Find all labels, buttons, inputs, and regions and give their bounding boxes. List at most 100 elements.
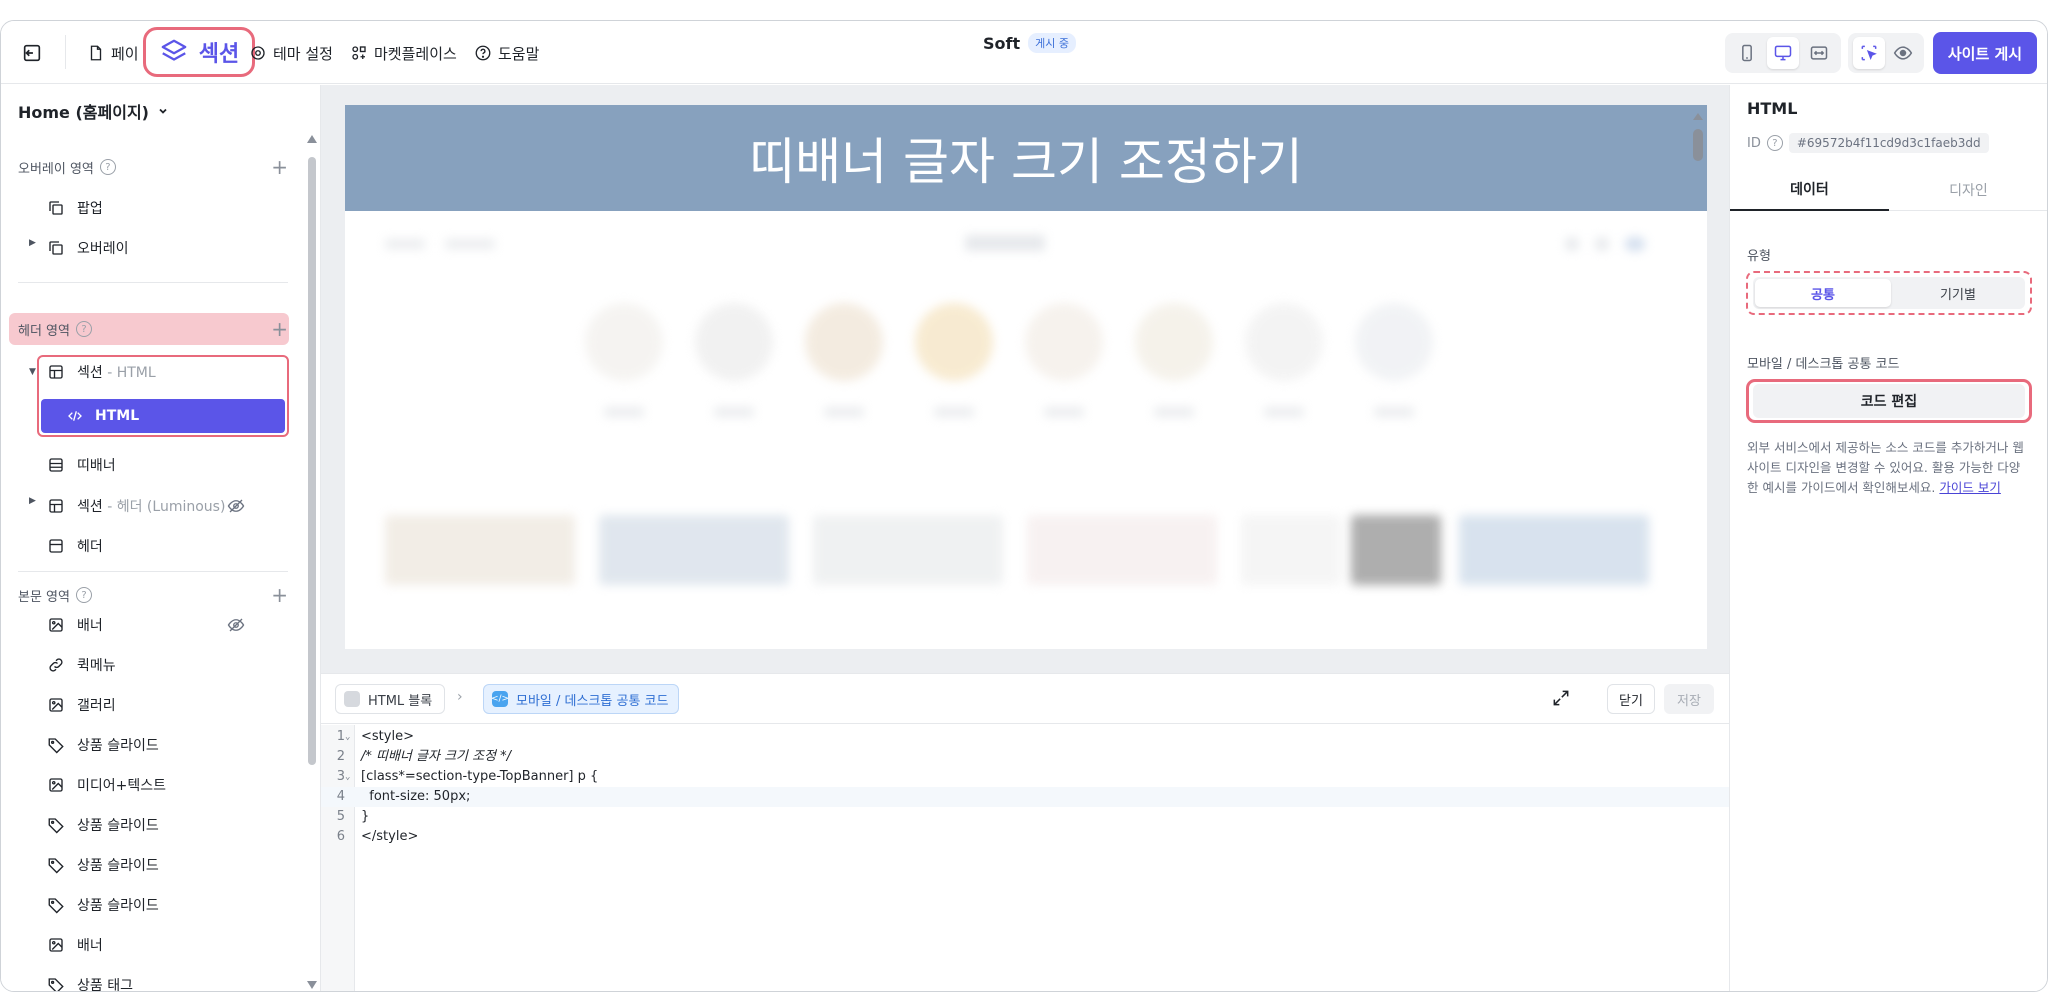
sidebar-item-section-html[interactable]: 섹션 - HTML	[47, 359, 156, 385]
publish-button[interactable]: 사이트 게시	[1933, 32, 2037, 74]
sidebar-item-label: 오버레이	[77, 241, 129, 257]
group-divider	[18, 282, 288, 283]
properties-panel: HTML ID ? #69572b4f11cd9d3c1faeb3dd 데이터 …	[1729, 85, 2047, 991]
top-toolbar: 페이 섹션 테마 설정 마켓플레이스 도움말 Soft 게시 중 사이트 게시	[1, 21, 2047, 84]
tab-design[interactable]: 디자인	[1889, 169, 2047, 211]
code-line[interactable]: 2 /* 띠배너 글자 크기 조정 */	[321, 747, 1729, 767]
blurred-card	[1459, 515, 1649, 585]
code-line[interactable]: 1 ⌄ <style>	[321, 727, 1729, 747]
sidebar-item-overlay[interactable]: 오버레이	[47, 235, 129, 261]
sidebar-item-product-tag[interactable]: 상품 태그	[47, 972, 133, 991]
code-text: [class*=section-type-TopBanner] p {	[361, 769, 599, 784]
code-icon: </>	[491, 691, 509, 707]
device-switcher	[1725, 33, 1841, 73]
sidebar-item-label: 상품 슬라이드	[77, 818, 159, 834]
line-number: 6	[336, 829, 345, 844]
tag-icon	[48, 978, 64, 991]
code-label: 모바일 / 데스크톱 공통 코드	[1747, 357, 1900, 372]
overlay-group-title: 오버레이 영역	[18, 161, 94, 177]
nav-sections[interactable]: 섹션	[143, 27, 255, 77]
collapse-caret-icon[interactable]: ▼	[29, 367, 36, 377]
top-banner[interactable]: 띠배너 글자 크기 조정하기	[345, 105, 1707, 211]
tab-data[interactable]: 데이터	[1730, 169, 1889, 211]
sidebar-item-topbanner[interactable]: 띠배너	[47, 452, 116, 478]
select-mode-button[interactable]	[1853, 37, 1885, 69]
sidebar-item-label: 팝업	[77, 201, 103, 217]
sidebar-item-quickmenu[interactable]: 퀵메뉴	[47, 652, 116, 678]
hidden-eye-icon[interactable]	[227, 497, 245, 515]
expand-icon[interactable]	[1551, 688, 1571, 708]
sidebar-item-header[interactable]: 헤더	[47, 533, 103, 559]
help-icon[interactable]: ?	[75, 587, 92, 603]
expand-caret-icon[interactable]: ▶	[29, 238, 36, 248]
page-selector[interactable]: Home (홈페이지)	[18, 99, 169, 123]
nav-sections-label: 섹션	[198, 42, 240, 67]
blurred-label	[1044, 407, 1084, 417]
id-label: ID	[1747, 135, 1761, 151]
blurred-label	[604, 407, 644, 417]
app-window: 페이 섹션 테마 설정 마켓플레이스 도움말 Soft 게시 중 사이트 게시 …	[0, 20, 2048, 992]
add-overlay-button[interactable]: +	[271, 155, 288, 179]
nav-pages[interactable]: 페이	[87, 41, 139, 65]
sidebar-item-label: HTML	[95, 408, 140, 424]
breadcrumb-html-block[interactable]: HTML 블록	[335, 684, 446, 714]
preview-button[interactable]	[1887, 37, 1919, 69]
sidebar-item-product-slide[interactable]: 상품 슬라이드	[47, 852, 159, 878]
site-preview[interactable]: 띠배너 글자 크기 조정하기	[345, 105, 1707, 649]
preview-scroll-up[interactable]	[1693, 113, 1703, 120]
hidden-eye-icon[interactable]	[227, 616, 245, 634]
site-title: Soft 게시 중	[983, 33, 1076, 53]
nav-theme[interactable]: 테마 설정	[249, 41, 333, 65]
help-icon[interactable]: ?	[75, 321, 92, 337]
sidebar-item-label: 미디어+텍스트	[77, 778, 167, 794]
breadcrumb-common-code[interactable]: </> 모바일 / 데스크톱 공통 코드	[483, 684, 680, 714]
sidebar-item-label: 섹션	[77, 499, 103, 515]
code-line[interactable]: 5 }	[321, 807, 1729, 827]
nav-theme-label: 테마 설정	[273, 44, 333, 63]
exit-icon[interactable]	[21, 42, 43, 64]
sidebar-item-html-block[interactable]: HTML	[41, 399, 285, 433]
page-selector-label: Home (홈페이지)	[18, 103, 149, 122]
full-width-button[interactable]	[1803, 37, 1835, 69]
save-button[interactable]: 저장	[1664, 684, 1714, 714]
guide-link[interactable]: 가이드 보기	[1939, 480, 2000, 495]
section-layout-icon	[49, 365, 63, 379]
code-line-active[interactable]: 4 font-size: 50px;	[321, 787, 1729, 807]
scroll-up-arrow[interactable]	[307, 135, 317, 143]
code-line[interactable]: 3 ⌄ [class*=section-type-TopBanner] p {	[321, 767, 1729, 787]
sidebar-scrollbar[interactable]	[308, 157, 316, 765]
sidebar-item-banner[interactable]: 배너	[47, 932, 103, 958]
fit-width-icon	[1810, 46, 1828, 60]
desktop-view-button[interactable]	[1767, 37, 1799, 69]
sidebar-item-section-header[interactable]: 섹션 - 헤더 (Luminous)	[47, 493, 225, 519]
sidebar-item-banner[interactable]: 배너	[47, 612, 103, 638]
sidebar-item-sublabel: - 헤더 (Luminous)	[102, 499, 226, 515]
fold-icon[interactable]: ⌄	[345, 767, 350, 787]
sidebar-item-media-text[interactable]: 미디어+텍스트	[47, 772, 166, 798]
type-common-option[interactable]: 공통	[1755, 279, 1891, 307]
close-button[interactable]: 닫기	[1607, 684, 1655, 714]
help-icon[interactable]: ?	[1766, 135, 1783, 151]
line-number: 3	[336, 769, 345, 784]
code-line[interactable]: 6 </style>	[321, 827, 1729, 847]
preview-scrollbar[interactable]	[1693, 129, 1703, 161]
scroll-down-arrow[interactable]	[307, 981, 317, 989]
expand-caret-icon[interactable]: ▶	[29, 496, 36, 506]
nav-help[interactable]: 도움말	[474, 41, 539, 65]
sidebar-item-product-slide[interactable]: 상품 슬라이드	[47, 892, 159, 918]
sidebar-item-popup[interactable]: 팝업	[47, 195, 103, 221]
sidebar-item-product-slide[interactable]: 상품 슬라이드	[47, 732, 159, 758]
blurred-category	[695, 303, 773, 381]
code-edit-button[interactable]: 코드 편집	[1753, 384, 2025, 418]
add-header-section-button[interactable]: +	[271, 317, 288, 341]
type-device-option[interactable]: 기기별	[1891, 279, 2025, 307]
help-icon[interactable]: ?	[99, 159, 116, 175]
fold-icon[interactable]: ⌄	[345, 727, 350, 747]
sidebar-item-gallery[interactable]: 갤러리	[47, 692, 116, 718]
image-icon	[49, 698, 63, 712]
sidebar-item-product-slide[interactable]: 상품 슬라이드	[47, 812, 159, 838]
add-body-section-button[interactable]: +	[271, 583, 288, 607]
mobile-view-button[interactable]	[1731, 37, 1763, 69]
element-id-value[interactable]: #69572b4f11cd9d3c1faeb3dd	[1788, 133, 1989, 153]
nav-marketplace[interactable]: 마켓플레이스	[350, 41, 457, 65]
